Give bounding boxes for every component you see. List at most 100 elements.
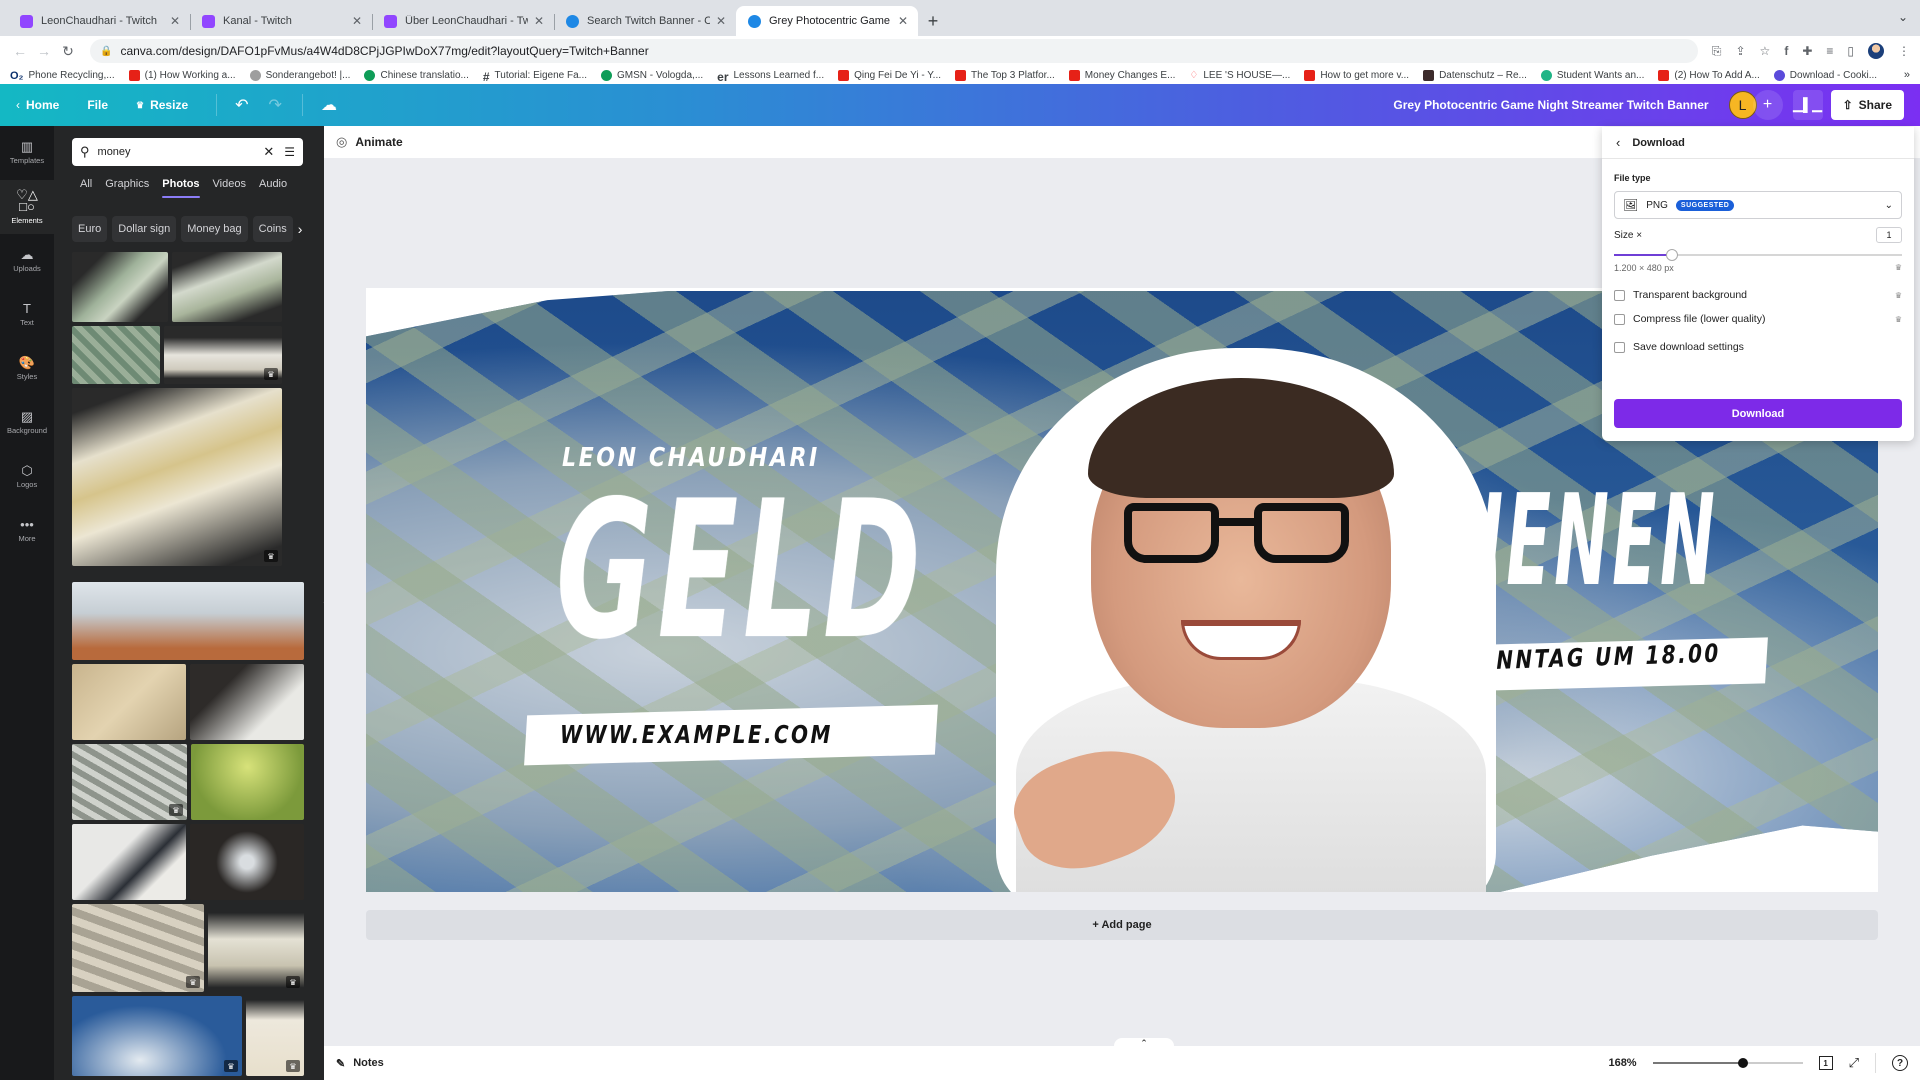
undo-icon[interactable]: ↶ xyxy=(235,95,248,115)
rail-item-logos[interactable]: ⬡ Logos xyxy=(0,450,54,504)
checkbox[interactable] xyxy=(1614,289,1625,301)
bookmark-item[interactable]: Sonderangebot! |... xyxy=(249,69,350,81)
photo-thumbnail[interactable]: ♛ xyxy=(208,904,304,992)
insights-chart-icon[interactable]: ▁▌▁ xyxy=(1792,90,1823,120)
side-panel-icon[interactable]: ▯ xyxy=(1847,44,1854,58)
rail-item-text[interactable]: T Text xyxy=(0,288,54,342)
browser-tab[interactable]: Search Twitch Banner - Canva ✕ xyxy=(554,6,736,36)
bookmark-item[interactable]: ♢ LEE 'S HOUSE—... xyxy=(1189,70,1290,81)
suggestion-chip[interactable]: Euro xyxy=(72,216,108,242)
bookmark-item[interactable]: Download - Cooki... xyxy=(1773,69,1877,81)
photo-thumbnail[interactable] xyxy=(72,582,304,660)
photo-thumbnail[interactable]: ♛ xyxy=(72,744,187,820)
rail-item-styles[interactable]: 🎨 Styles xyxy=(0,342,54,396)
photo-thumbnail[interactable] xyxy=(190,824,304,900)
bookmark-item[interactable]: GMSN - Vologda,... xyxy=(601,69,703,81)
filter-sliders-icon[interactable]: ☰ xyxy=(284,145,295,159)
help-icon[interactable]: ? xyxy=(1892,1055,1908,1071)
browser-tab[interactable]: LeonChaudhari - Twitch ✕ xyxy=(8,6,190,36)
bookmark-item[interactable]: Qing Fei De Yi - Y... xyxy=(838,69,941,81)
share-page-icon[interactable]: ⇪ xyxy=(1735,44,1745,58)
zoom-slider-knob[interactable] xyxy=(1737,1058,1748,1068)
checkbox[interactable] xyxy=(1614,313,1625,325)
file-type-select[interactable]: 🖼 PNG SUGGESTED ⌄ xyxy=(1614,191,1902,219)
rail-item-uploads[interactable]: ☁ Uploads xyxy=(0,234,54,288)
clear-search-icon[interactable]: ✕ xyxy=(263,144,274,160)
bookmark-item[interactable]: How to get more v... xyxy=(1304,69,1409,81)
category-tab-photos[interactable]: Photos xyxy=(162,178,199,198)
forward-button[interactable]: → xyxy=(34,43,54,59)
bookmark-item[interactable]: # Tutorial: Eigene Fa... xyxy=(483,70,587,84)
photo-thumbnail[interactable]: ♛ xyxy=(246,996,304,1076)
banner-headline-left[interactable]: GELD xyxy=(556,476,926,666)
download-option[interactable]: Save download settings xyxy=(1614,341,1902,353)
photo-thumbnail[interactable]: ♛ xyxy=(72,388,282,566)
bookmark-star-icon[interactable]: ☆ xyxy=(1760,44,1771,58)
size-input[interactable]: 1 xyxy=(1876,227,1902,243)
bookmark-item[interactable]: Chinese translatio... xyxy=(364,69,469,81)
close-tab-icon[interactable]: ✕ xyxy=(898,14,908,28)
bookmark-item[interactable]: Student Wants an... xyxy=(1540,69,1644,81)
bookmark-item[interactable]: Money Changes E... xyxy=(1068,69,1175,81)
category-tab-graphics[interactable]: Graphics xyxy=(105,178,149,198)
photo-thumbnail[interactable] xyxy=(190,664,304,740)
search-input[interactable] xyxy=(97,146,258,158)
page-count-button[interactable]: 1 xyxy=(1818,1056,1833,1070)
close-tab-icon[interactable]: ✕ xyxy=(170,14,180,28)
browser-menu-icon[interactable]: ⋮ xyxy=(1898,44,1910,58)
redo-icon[interactable]: ↷ xyxy=(269,95,282,115)
photo-thumbnail[interactable]: ♛ xyxy=(164,326,282,384)
bookmark-item[interactable]: (1) How Working a... xyxy=(128,69,236,81)
person-cutout-image[interactable] xyxy=(996,348,1496,892)
show-pages-toggle[interactable]: ⌃ xyxy=(1114,1038,1174,1048)
bookmark-item[interactable]: The Top 3 Platfor... xyxy=(955,69,1055,81)
translate-icon[interactable]: ⎘ xyxy=(1712,44,1722,59)
bookmark-item[interactable]: (2) How To Add A... xyxy=(1658,69,1760,81)
browser-tab[interactable]: Grey Photocentric Game Night ✕ xyxy=(736,6,918,36)
download-button[interactable]: Download xyxy=(1614,399,1902,428)
close-tab-icon[interactable]: ✕ xyxy=(716,14,726,28)
facebook-extension-icon[interactable]: f xyxy=(1784,44,1788,58)
browser-tab[interactable]: Kanal - Twitch ✕ xyxy=(190,6,372,36)
photo-thumbnail[interactable] xyxy=(72,824,186,900)
reading-list-icon[interactable]: ≡ xyxy=(1826,44,1833,58)
suggestion-chip[interactable]: Money bag xyxy=(181,216,248,242)
rail-item-background[interactable]: ▨ Background xyxy=(0,396,54,450)
banner-url-text[interactable]: WWW.EXAMPLE.COM xyxy=(560,720,833,749)
animate-button[interactable]: Animate xyxy=(355,135,402,149)
file-menu-button[interactable]: File xyxy=(87,98,108,112)
new-tab-button[interactable]: + xyxy=(918,6,948,36)
rail-item-more[interactable]: ••• More xyxy=(0,504,54,558)
photo-thumbnail[interactable]: ♛ xyxy=(72,904,204,992)
cloud-saved-icon[interactable]: ☁ xyxy=(321,95,337,115)
bookmarks-overflow-button[interactable]: » xyxy=(1904,69,1910,81)
extensions-puzzle-icon[interactable]: ✚ xyxy=(1802,44,1812,58)
category-tab-videos[interactable]: Videos xyxy=(213,178,246,198)
zoom-slider[interactable] xyxy=(1652,1058,1803,1068)
bookmark-item[interactable]: O₂ Phone Recycling,... xyxy=(10,70,115,82)
suggestion-chip[interactable]: Coins xyxy=(252,216,293,242)
size-slider[interactable] xyxy=(1614,249,1902,261)
document-title[interactable]: Grey Photocentric Game Night Streamer Tw… xyxy=(1393,98,1708,112)
chevron-right-icon[interactable]: › xyxy=(298,216,312,242)
back-button[interactable]: ← xyxy=(10,43,30,59)
close-tab-icon[interactable]: ✕ xyxy=(352,14,362,28)
photo-thumbnail[interactable] xyxy=(72,326,160,384)
share-button[interactable]: ⇧ Share xyxy=(1830,90,1904,120)
browser-tab[interactable]: Über LeonChaudhari - Twitch ✕ xyxy=(372,6,554,36)
photo-thumbnail[interactable] xyxy=(172,252,282,322)
tab-search-button[interactable]: ⌄ xyxy=(1898,10,1908,24)
download-option[interactable]: Transparent background ♛ xyxy=(1614,289,1902,301)
photo-thumbnail[interactable] xyxy=(191,744,304,820)
photo-thumbnail[interactable] xyxy=(72,664,186,740)
rail-item-elements[interactable]: ♡△ □○ Elements xyxy=(0,180,54,234)
bookmark-item[interactable]: er Lessons Learned f... xyxy=(717,70,824,84)
home-button[interactable]: ‹ Home xyxy=(16,98,59,112)
size-slider-knob[interactable] xyxy=(1665,249,1678,261)
invite-plus-button[interactable]: + xyxy=(1752,90,1783,120)
notes-button[interactable]: ✎ Notes xyxy=(336,1057,384,1070)
close-tab-icon[interactable]: ✕ xyxy=(534,14,544,28)
rail-item-templates[interactable]: ▥ Templates xyxy=(0,126,54,180)
download-option[interactable]: Compress file (lower quality) ♛ xyxy=(1614,313,1902,325)
photo-thumbnail[interactable] xyxy=(72,252,168,322)
